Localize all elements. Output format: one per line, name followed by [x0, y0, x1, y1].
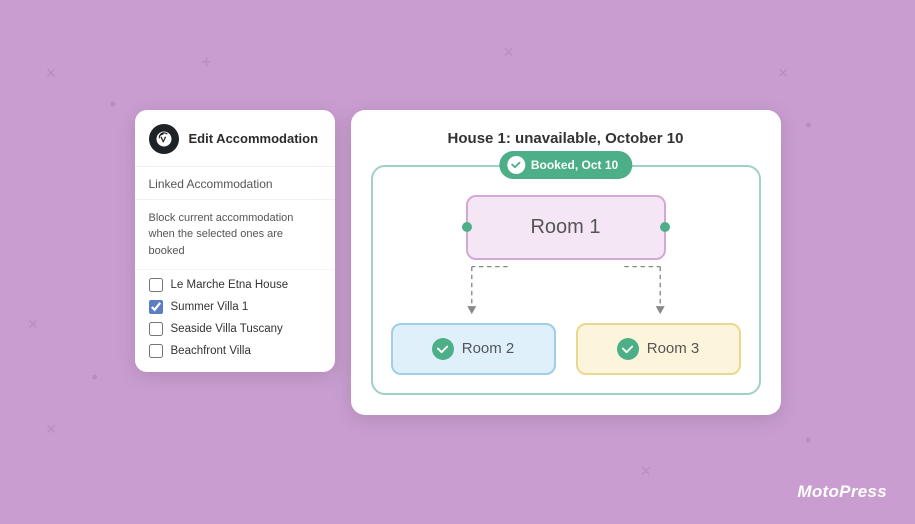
arrows-svg [391, 262, 741, 317]
deco-symbol-4: × [503, 42, 514, 63]
deco-symbol-6: • [805, 115, 811, 136]
deco-symbol-12: • [805, 430, 811, 451]
deco-symbol-7: × [27, 314, 38, 335]
motopress-logo-text: MotoPress [797, 482, 887, 501]
checkbox-label-3: Beachfront Villa [171, 345, 251, 357]
wordpress-icon [149, 124, 179, 154]
diagram-panel: House 1: unavailable, October 10 Booked,… [351, 110, 781, 415]
checkbox-item-1[interactable]: Summer Villa 1 [149, 300, 321, 314]
sidebar-description: Block current accommodation when the sel… [135, 200, 335, 271]
checkbox-seaside-villa[interactable] [149, 322, 163, 336]
sidebar-panel: Edit Accommodation Linked Accommodation … [135, 110, 335, 373]
main-container: Edit Accommodation Linked Accommodation … [135, 110, 781, 415]
diagram-title-rest: unavailable, October 10 [511, 130, 684, 147]
room1-dot-right [660, 222, 670, 232]
booked-check-icon [507, 156, 525, 174]
checkbox-beachfront[interactable] [149, 344, 163, 358]
room2-box: Room 2 [391, 323, 556, 375]
deco-symbol-9: × [46, 419, 57, 440]
diagram-title-bold: House 1: [448, 130, 511, 147]
checkbox-label-0: Le Marche Etna House [171, 279, 289, 291]
deco-symbol-3: + [201, 52, 212, 73]
checkbox-label-1: Summer Villa 1 [171, 301, 249, 313]
deco-symbol-5: × [778, 63, 789, 84]
deco-symbol-11: × [641, 461, 652, 482]
booked-badge-text: Booked, Oct 10 [531, 158, 618, 172]
room2-label: Room 2 [462, 340, 515, 357]
room1-dot-left [462, 222, 472, 232]
motopress-logo: MotoPress [797, 482, 887, 502]
arrows-container [391, 262, 741, 317]
checkbox-item-0[interactable]: Le Marche Etna House [149, 278, 321, 292]
room2-check [432, 338, 454, 360]
sidebar-header: Edit Accommodation [135, 110, 335, 167]
booked-badge: Booked, Oct 10 [499, 151, 632, 179]
checkbox-list: Le Marche Etna House Summer Villa 1 Seas… [135, 270, 335, 372]
checkbox-item-2[interactable]: Seaside Villa Tuscany [149, 322, 321, 336]
room3-label: Room 3 [647, 340, 700, 357]
sidebar-subtitle: Linked Accommodation [135, 167, 335, 200]
room1-label: Room 1 [530, 216, 600, 239]
sidebar-title: Edit Accommodation [189, 131, 319, 146]
deco-symbol-2: • [110, 94, 116, 115]
deco-symbol-1: × [46, 63, 57, 84]
room3-box: Room 3 [576, 323, 741, 375]
room1-wrapper: Room 1 [391, 195, 741, 260]
room3-check [617, 338, 639, 360]
checkbox-le-marche[interactable] [149, 278, 163, 292]
deco-symbol-8: • [92, 367, 98, 388]
diagram-title: House 1: unavailable, October 10 [371, 130, 761, 147]
checkbox-summer-villa[interactable] [149, 300, 163, 314]
diagram-outer: Booked, Oct 10 Room 1 [371, 165, 761, 395]
checkbox-label-2: Seaside Villa Tuscany [171, 323, 283, 335]
bottom-rooms: Room 2 Room 3 [391, 323, 741, 375]
checkbox-item-3[interactable]: Beachfront Villa [149, 344, 321, 358]
room1-box: Room 1 [466, 195, 666, 260]
